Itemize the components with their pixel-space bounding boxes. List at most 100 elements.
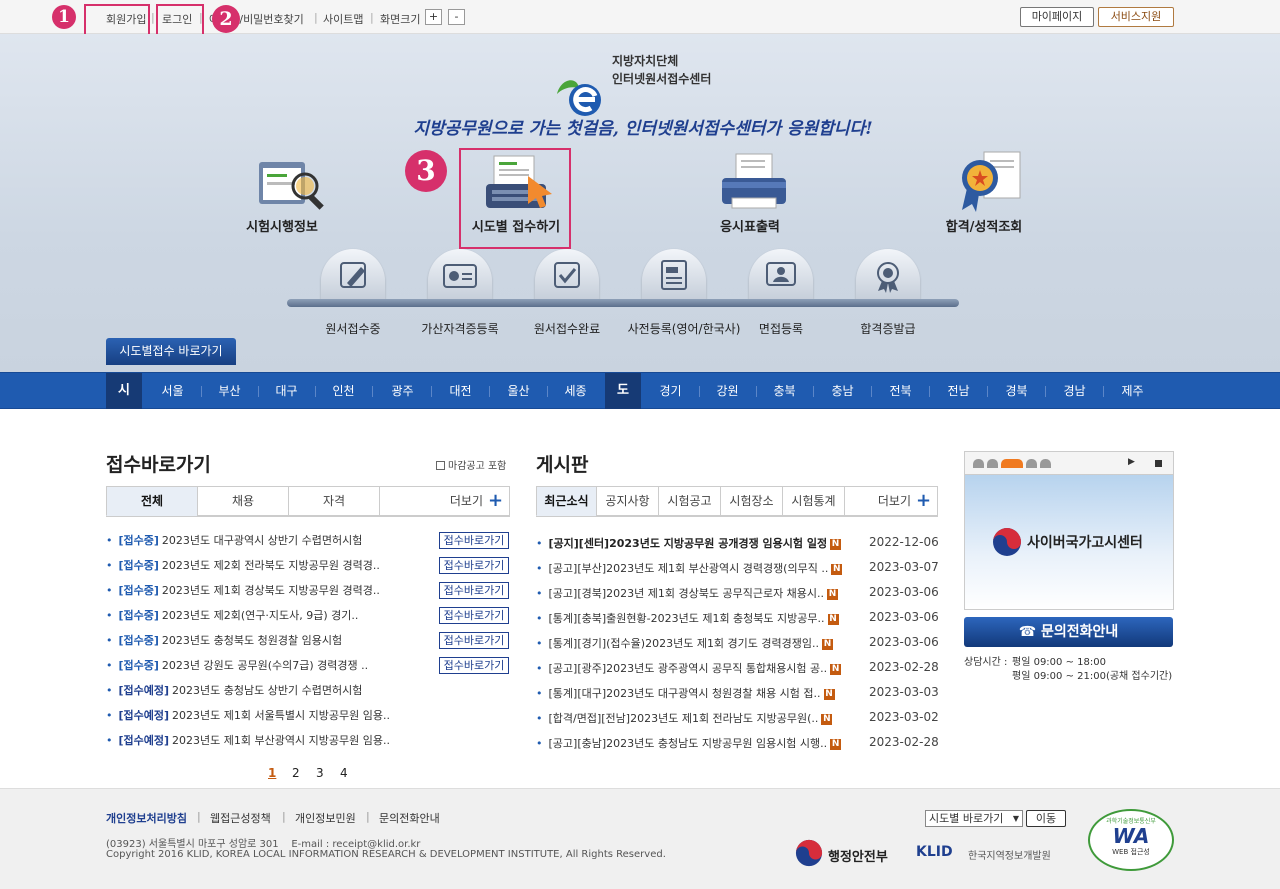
shortcut-list-item[interactable]: • [접수예정] 2023년도 충청남도 상반기 수렵면허시험: [106, 682, 362, 702]
board-item-title[interactable]: [공고][경북]2023년 제1회 경상북도 공무직근로자 채용시..: [549, 587, 825, 600]
shortcut-item-title[interactable]: 2023년도 대구광역시 상반기 수렵면허시험: [162, 534, 362, 547]
banner-indicator[interactable]: [1026, 459, 1037, 468]
banner-indicator[interactable]: [973, 459, 984, 468]
region-jeonnam[interactable]: 전남: [930, 373, 987, 409]
region-seoul[interactable]: 서울: [144, 373, 201, 409]
tab-exam-statistics[interactable]: 시험통계: [782, 486, 845, 516]
menu-exam-info[interactable]: 시험시행정보: [232, 216, 332, 235]
region-incheon[interactable]: 인천: [315, 373, 372, 409]
page-3[interactable]: 3: [316, 766, 324, 780]
region-daegu[interactable]: 대구: [258, 373, 315, 409]
board-list-item[interactable]: • [통계][대구]2023년도 대구광역시 청원경찰 채용 시험 접.. N: [536, 685, 835, 705]
shortcut-item-title[interactable]: 2023년도 제1회 경상북도 지방공무원 경력경..: [162, 584, 380, 597]
region-sejong[interactable]: 세종: [547, 373, 604, 409]
apply-shortcut-button[interactable]: 접수바로가기: [439, 657, 509, 674]
sub-menu-dome[interactable]: [642, 249, 706, 303]
shortcut-item-title[interactable]: 2023년도 제1회 서울특별시 지방공무원 임용..: [172, 709, 390, 722]
board-item-title[interactable]: [통계][충북]출원현황-2023년도 제1회 충청북도 지방공무..: [549, 612, 825, 625]
tab-qualification[interactable]: 자격: [288, 486, 380, 516]
privacy-policy-link[interactable]: 개인정보처리방침: [106, 810, 187, 826]
shortcut-item-title[interactable]: 2023년도 제1회 부산광역시 지방공무원 임용..: [172, 734, 390, 747]
apply-shortcut-button[interactable]: 접수바로가기: [439, 582, 509, 599]
region-chungnam[interactable]: 충남: [814, 373, 871, 409]
cyber-exam-center-banner[interactable]: 사이버국가고시센터: [964, 475, 1174, 610]
sub-menu-interview[interactable]: 면접등록: [731, 320, 831, 337]
checkbox-box[interactable]: [436, 461, 445, 470]
shortcut-item-title[interactable]: 2023년도 충청북도 청원경찰 임용시험: [162, 634, 342, 647]
region-jeju[interactable]: 제주: [1104, 373, 1161, 409]
region-busan[interactable]: 부산: [201, 373, 258, 409]
menu-pass-score[interactable]: 합격/성적조회: [934, 216, 1034, 235]
banner-indicator[interactable]: [987, 459, 998, 468]
region-go-button[interactable]: 이동: [1026, 810, 1066, 827]
sub-menu-dome[interactable]: [428, 249, 492, 303]
apply-shortcut-button[interactable]: 접수바로가기: [439, 557, 509, 574]
board-item-title[interactable]: [공고][충남]2023년도 충청남도 지방공무원 임용시험 시행..: [549, 737, 828, 750]
banner-indicator[interactable]: [1040, 459, 1051, 468]
board-item-title[interactable]: [통계][대구]2023년도 대구광역시 청원경찰 채용 시험 접..: [549, 687, 821, 700]
shortcut-list-item[interactable]: • [접수중] 2023년도 제1회 경상북도 지방공무원 경력경..: [106, 582, 380, 602]
region-gyeonggi[interactable]: 경기: [642, 373, 699, 409]
tab-exam-location[interactable]: 시험장소: [720, 486, 783, 516]
sub-menu-dome[interactable]: [535, 249, 599, 303]
menu-print-ticket[interactable]: 응시표출력: [700, 216, 800, 235]
board-list-item[interactable]: • [합격/면접][전남]2023년도 제1회 전라남도 지방공무원(.. N: [536, 710, 833, 730]
shortcut-list-item[interactable]: • [접수중] 2023년도 제2회 전라북도 지방공무원 경력경..: [106, 557, 380, 577]
board-item-title[interactable]: [공고][광주]2023년도 광주광역시 공무직 통합채용시험 공..: [549, 662, 828, 675]
region-chungbuk[interactable]: 충북: [756, 373, 813, 409]
region-gyeongnam[interactable]: 경남: [1046, 373, 1103, 409]
sub-menu-pass-certificate[interactable]: 합격증발급: [838, 320, 938, 337]
region-gangwon[interactable]: 강원: [699, 373, 756, 409]
shortcut-list-item[interactable]: • [접수예정] 2023년도 제1회 부산광역시 지방공무원 임용..: [106, 732, 390, 752]
shortcut-list-item[interactable]: • [접수예정] 2023년도 제1회 서울특별시 지방공무원 임용..: [106, 707, 390, 727]
privacy-complaint-link[interactable]: 개인정보민원: [295, 810, 356, 826]
apply-shortcut-button[interactable]: 접수바로가기: [439, 532, 509, 549]
shortcut-item-title[interactable]: 2023년도 제2회 전라북도 지방공무원 경력경..: [162, 559, 380, 572]
play-icon[interactable]: ▶: [1128, 457, 1135, 467]
shortcut-list-item[interactable]: • [접수중] 2023년도 대구광역시 상반기 수렵면허시험: [106, 532, 362, 552]
sub-menu-dome[interactable]: [749, 249, 813, 303]
shortcut-list-item[interactable]: • [접수중] 2023년도 충청북도 청원경찰 임용시험: [106, 632, 342, 652]
board-list-item[interactable]: • [공고][부산]2023년도 제1회 부산광역시 경력경쟁(의무직 .. N: [536, 560, 843, 580]
zoom-in-button[interactable]: +: [425, 9, 442, 25]
region-gwangju[interactable]: 광주: [374, 373, 431, 409]
pass-score-inquiry-icon[interactable]: [950, 148, 1026, 214]
apply-shortcut-button[interactable]: 접수바로가기: [439, 607, 509, 624]
apply-shortcut-button[interactable]: 접수바로가기: [439, 632, 509, 649]
sitemap-link[interactable]: 사이트맵: [323, 11, 363, 27]
site-logo-icon[interactable]: [555, 74, 605, 118]
include-closed-checkbox[interactable]: 마감공고 포함: [436, 457, 506, 472]
board-item-title[interactable]: [통계][경기](접수율)2023년도 제1회 경기도 경력경쟁임..: [549, 637, 820, 650]
mypage-button[interactable]: 마이페이지: [1020, 7, 1094, 27]
page-2[interactable]: 2: [292, 766, 300, 780]
sub-menu-extra-certificate[interactable]: 가산자격증등록: [410, 320, 510, 337]
region-daejeon[interactable]: 대전: [432, 373, 489, 409]
stop-icon[interactable]: [1155, 460, 1162, 467]
accessibility-policy-link[interactable]: 웹접근성정책: [210, 810, 271, 826]
tab-exam-announcement[interactable]: 시험공고: [658, 486, 721, 516]
region-quick-select[interactable]: 시도별 바로가기 ▼: [925, 810, 1023, 827]
tab-notice[interactable]: 공지사항: [596, 486, 659, 516]
shortcut-item-title[interactable]: 2023년도 제2회(연구·지도사, 9급) 경기..: [162, 609, 359, 622]
banner-indicator-active[interactable]: [1001, 459, 1023, 468]
sub-menu-dome[interactable]: [321, 249, 385, 303]
board-list-item[interactable]: • [통계][경기](접수율)2023년도 제1회 경기도 경력경쟁임.. N: [536, 635, 834, 655]
board-list-item[interactable]: • [공고][광주]2023년도 광주광역시 공무직 통합채용시험 공.. N: [536, 660, 842, 680]
board-list-item[interactable]: • [공고][충남]2023년도 충청남도 지방공무원 임용시험 시행.. N: [536, 735, 842, 755]
board-list-item[interactable]: • [공지][센터]2023년도 지방공무원 공개경쟁 임용시험 일정 N: [536, 535, 842, 555]
page-1[interactable]: 1: [268, 766, 276, 780]
board-item-title[interactable]: [합격/면접][전남]2023년도 제1회 전라남도 지방공무원(..: [549, 712, 819, 725]
shortcut-list-item[interactable]: • [접수중] 2023년도 제2회(연구·지도사, 9급) 경기..: [106, 607, 358, 627]
exam-info-icon[interactable]: [255, 154, 327, 212]
phone-inquiry-button[interactable]: ☎ 문의전화안내: [964, 617, 1173, 647]
region-gyeongbuk[interactable]: 경북: [988, 373, 1045, 409]
shortcut-item-title[interactable]: 2023년도 충청남도 상반기 수렵면허시험: [172, 684, 362, 697]
phone-inquiry-link[interactable]: 문의전화안내: [379, 810, 440, 826]
board-list-item[interactable]: • [공고][경북]2023년 제1회 경상북도 공무직근로자 채용시.. N: [536, 585, 839, 605]
sub-menu-dome[interactable]: [856, 249, 920, 303]
tab-recent-news[interactable]: 최근소식: [536, 486, 597, 516]
sub-menu-completed[interactable]: 원서접수완료: [517, 320, 617, 337]
board-item-title[interactable]: [공지][센터]2023년도 지방공무원 공개경쟁 임용시험 일정: [549, 537, 828, 550]
sub-menu-in-progress[interactable]: 원서접수중: [303, 320, 403, 337]
region-ulsan[interactable]: 울산: [490, 373, 547, 409]
